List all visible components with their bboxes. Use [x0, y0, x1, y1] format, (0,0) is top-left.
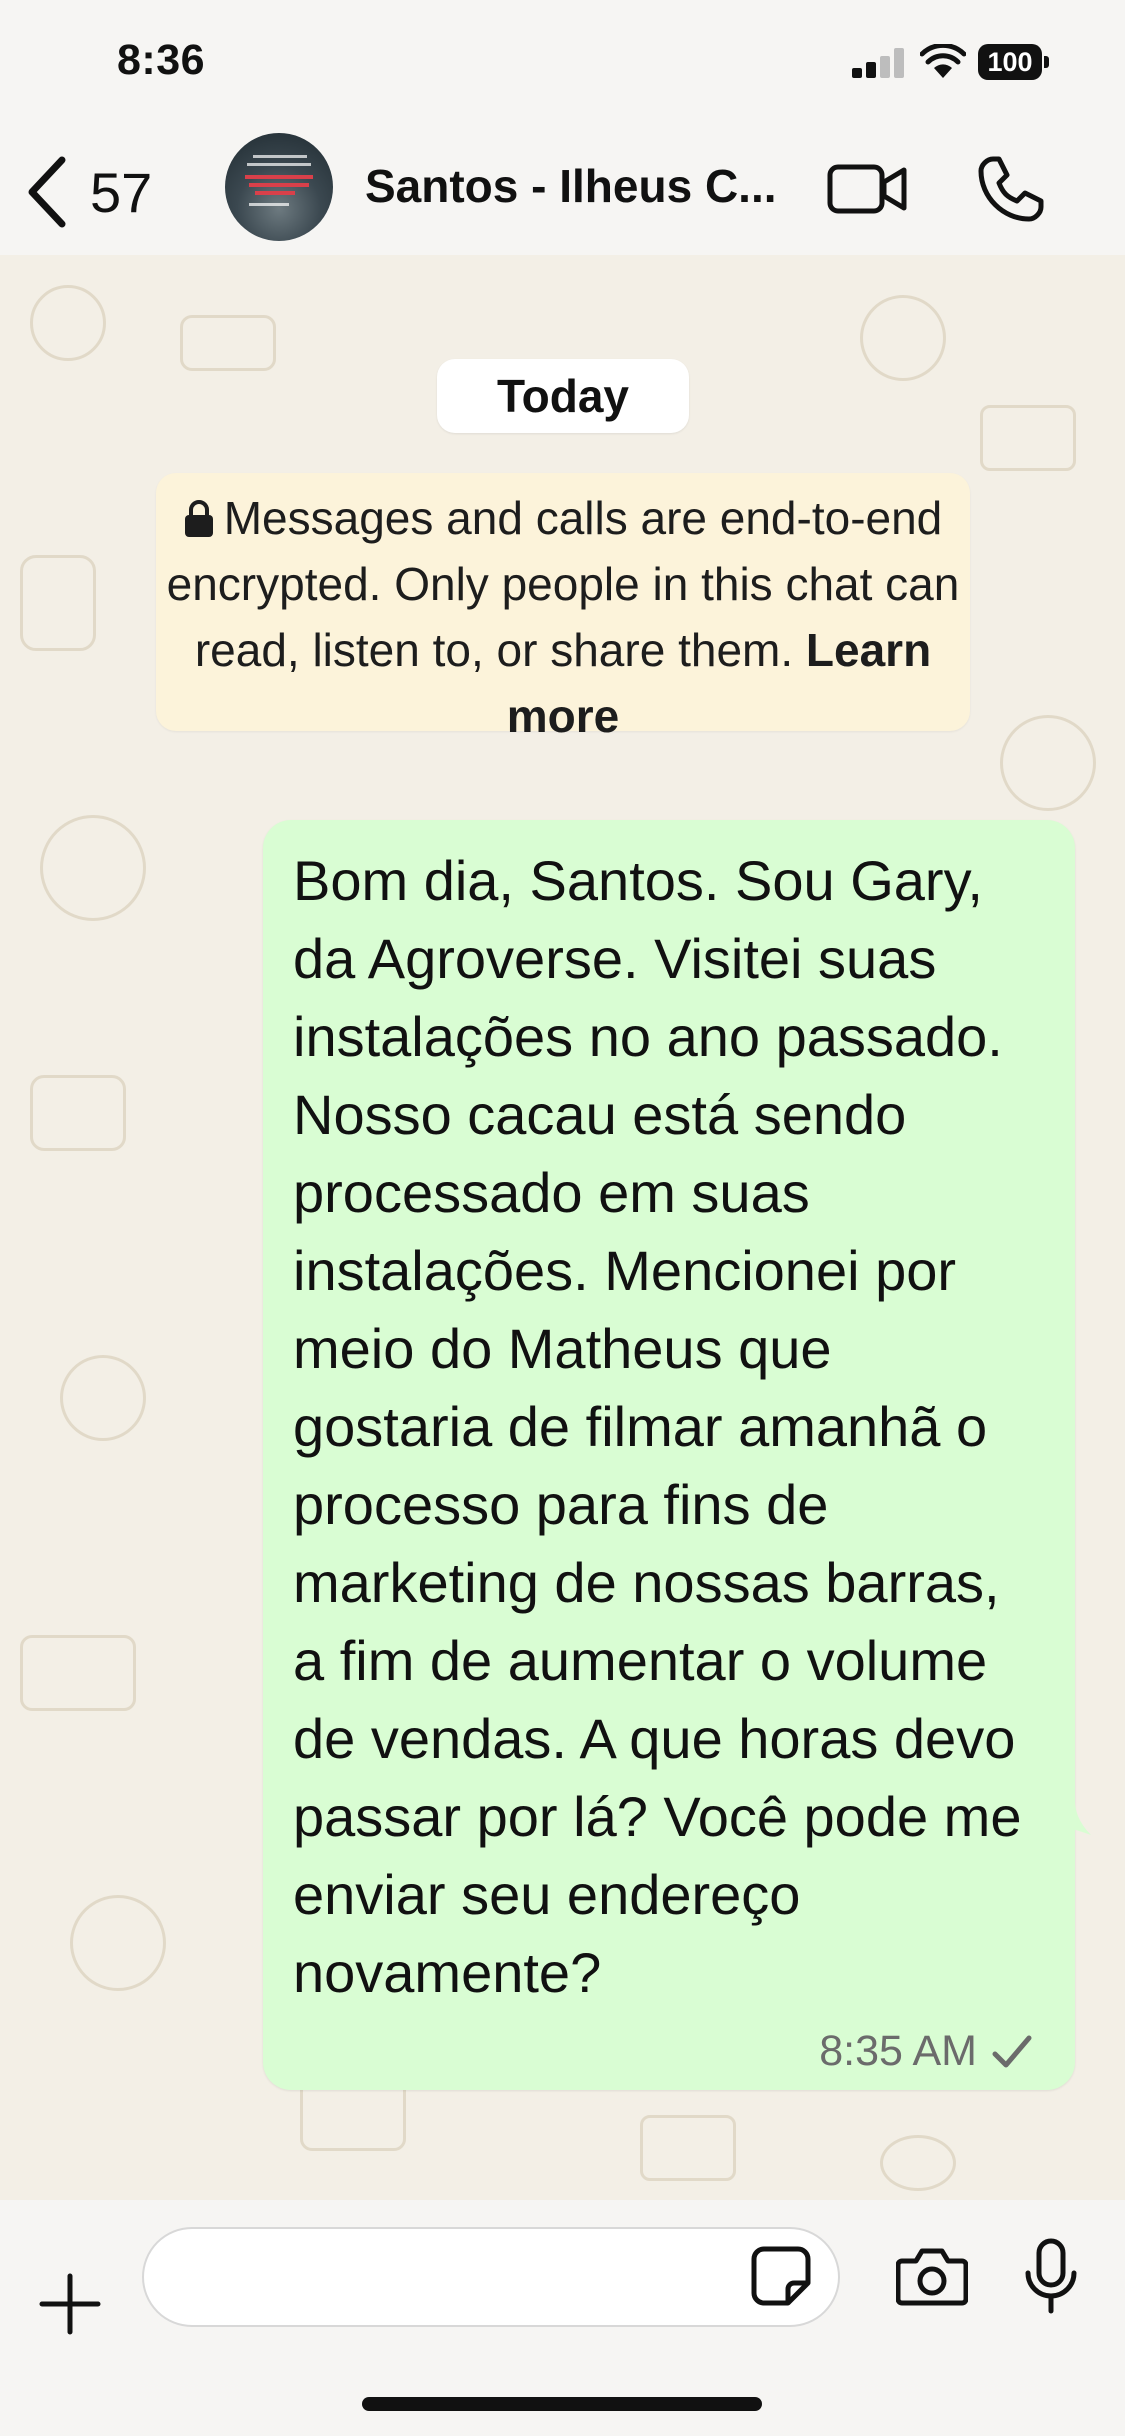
message-input[interactable] — [142, 2227, 840, 2327]
plus-icon[interactable] — [38, 2272, 102, 2336]
status-time: 8:36 — [117, 36, 206, 84]
bubble-tail — [1055, 1795, 1091, 1835]
battery-icon: 100 — [978, 44, 1050, 80]
microphone-icon[interactable] — [1022, 2237, 1080, 2315]
message-text: Bom dia, Santos. Sou Gary, da Agroverse.… — [293, 849, 1022, 2004]
sent-check-icon — [992, 2035, 1032, 2067]
back-button[interactable]: 57 — [22, 147, 152, 237]
encryption-notice[interactable]: Messages and calls are end-to-end encryp… — [156, 473, 970, 742]
input-bar — [0, 2200, 1125, 2436]
message-time: 8:35 AM — [819, 2027, 977, 2075]
outgoing-message-bubble[interactable]: Bom dia, Santos. Sou Gary, da Agroverse.… — [263, 820, 1075, 2090]
lock-icon — [184, 500, 213, 537]
unread-count: 57 — [90, 160, 153, 224]
phone-call-icon[interactable] — [975, 153, 1047, 225]
date-chip: Today — [437, 359, 689, 433]
chat-area[interactable]: Today Messages and calls are end-to-end … — [0, 255, 1125, 2200]
sticker-icon[interactable] — [750, 2245, 812, 2307]
contact-name[interactable]: Santos - Ilheus C... — [365, 159, 805, 213]
cellular-signal-icon — [852, 48, 904, 78]
video-call-icon[interactable] — [826, 158, 910, 220]
chevron-left-icon — [28, 156, 66, 228]
chat-header: 57 Santos - Ilheus C... — [0, 125, 1125, 255]
home-indicator — [362, 2397, 762, 2411]
contact-avatar[interactable] — [225, 133, 333, 241]
message-meta: 8:35 AM — [819, 2027, 1035, 2076]
battery-level: 100 — [978, 44, 1042, 80]
camera-icon[interactable] — [896, 2243, 968, 2307]
wifi-icon — [920, 44, 966, 78]
status-bar: 8:36 100 — [0, 0, 1125, 125]
